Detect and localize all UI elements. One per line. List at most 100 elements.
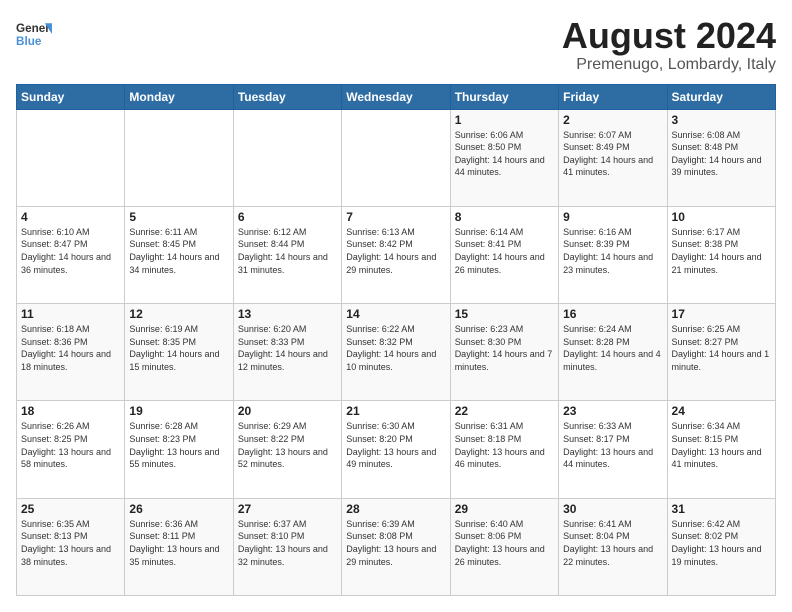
calendar-cell: 24 Sunrise: 6:34 AM Sunset: 8:15 PM Dayli… bbox=[667, 401, 775, 498]
header-friday: Friday bbox=[559, 84, 667, 109]
day-number: 21 bbox=[346, 404, 445, 418]
day-info: Sunrise: 6:12 AM Sunset: 8:44 PM Dayligh… bbox=[238, 226, 337, 276]
calendar-cell: 4 Sunrise: 6:10 AM Sunset: 8:47 PM Daylig… bbox=[17, 206, 125, 303]
week-row-0: 1 Sunrise: 6:06 AM Sunset: 8:50 PM Daylig… bbox=[17, 109, 776, 206]
day-info: Sunrise: 6:08 AM Sunset: 8:48 PM Dayligh… bbox=[672, 129, 771, 179]
day-info: Sunrise: 6:26 AM Sunset: 8:25 PM Dayligh… bbox=[21, 420, 120, 470]
day-number: 24 bbox=[672, 404, 771, 418]
day-info: Sunrise: 6:13 AM Sunset: 8:42 PM Dayligh… bbox=[346, 226, 445, 276]
calendar-cell: 23Sunrise: 6:33 AM Sunset: 8:17 PM Dayli… bbox=[559, 401, 667, 498]
week-row-1: 4 Sunrise: 6:10 AM Sunset: 8:47 PM Daylig… bbox=[17, 206, 776, 303]
calendar-cell: 15Sunrise: 6:23 AM Sunset: 8:30 PM Dayli… bbox=[450, 304, 558, 401]
header-monday: Monday bbox=[125, 84, 233, 109]
calendar-cell: 14 Sunrise: 6:22 AM Sunset: 8:32 PM Dayli… bbox=[342, 304, 450, 401]
calendar-cell: 5 Sunrise: 6:11 AM Sunset: 8:45 PM Daylig… bbox=[125, 206, 233, 303]
calendar-cell: 12 Sunrise: 6:19 AM Sunset: 8:35 PM Dayli… bbox=[125, 304, 233, 401]
day-number: 5 bbox=[129, 210, 228, 224]
calendar-cell: 16Sunrise: 6:24 AM Sunset: 8:28 PM Dayli… bbox=[559, 304, 667, 401]
main-title: August 2024 bbox=[562, 16, 776, 56]
day-number: 13 bbox=[238, 307, 337, 321]
day-number: 19 bbox=[129, 404, 228, 418]
day-info: Sunrise: 6:30 AM Sunset: 8:20 PM Dayligh… bbox=[346, 420, 445, 470]
day-info: Sunrise: 6:29 AM Sunset: 8:22 PM Dayligh… bbox=[238, 420, 337, 470]
day-number: 6 bbox=[238, 210, 337, 224]
day-number: 28 bbox=[346, 502, 445, 516]
day-info: Sunrise: 6:35 AM Sunset: 8:13 PM Dayligh… bbox=[21, 518, 120, 568]
day-number: 31 bbox=[672, 502, 771, 516]
calendar-cell: 3 Sunrise: 6:08 AM Sunset: 8:48 PM Daylig… bbox=[667, 109, 775, 206]
day-number: 17 bbox=[672, 307, 771, 321]
calendar-header: Sunday Monday Tuesday Wednesday Thursday… bbox=[17, 84, 776, 109]
day-info: Sunrise: 6:17 AM Sunset: 8:38 PM Dayligh… bbox=[672, 226, 771, 276]
day-info: Sunrise: 6:39 AM Sunset: 8:08 PM Dayligh… bbox=[346, 518, 445, 568]
day-number: 29 bbox=[455, 502, 554, 516]
calendar-cell: 10 Sunrise: 6:17 AM Sunset: 8:38 PM Dayli… bbox=[667, 206, 775, 303]
day-number: 26 bbox=[129, 502, 228, 516]
day-info: Sunrise: 6:16 AM Sunset: 8:39 PM Dayligh… bbox=[563, 226, 662, 276]
week-row-2: 11 Sunrise: 6:18 AM Sunset: 8:36 PM Dayli… bbox=[17, 304, 776, 401]
calendar-cell: 30Sunrise: 6:41 AM Sunset: 8:04 PM Dayli… bbox=[559, 498, 667, 595]
day-info: Sunrise: 6:24 AM Sunset: 8:28 PM Dayligh… bbox=[563, 323, 662, 373]
calendar-cell bbox=[233, 109, 341, 206]
day-info: Sunrise: 6:34 AM Sunset: 8:15 PM Dayligh… bbox=[672, 420, 771, 470]
day-number: 27 bbox=[238, 502, 337, 516]
calendar-cell: 22Sunrise: 6:31 AM Sunset: 8:18 PM Dayli… bbox=[450, 401, 558, 498]
calendar-cell bbox=[342, 109, 450, 206]
calendar-cell: 7 Sunrise: 6:13 AM Sunset: 8:42 PM Daylig… bbox=[342, 206, 450, 303]
day-info: Sunrise: 6:37 AM Sunset: 8:10 PM Dayligh… bbox=[238, 518, 337, 568]
calendar-cell: 1 Sunrise: 6:06 AM Sunset: 8:50 PM Daylig… bbox=[450, 109, 558, 206]
day-info: Sunrise: 6:22 AM Sunset: 8:32 PM Dayligh… bbox=[346, 323, 445, 373]
day-info: Sunrise: 6:10 AM Sunset: 8:47 PM Dayligh… bbox=[21, 226, 120, 276]
day-info: Sunrise: 6:40 AM Sunset: 8:06 PM Dayligh… bbox=[455, 518, 554, 568]
day-info: Sunrise: 6:07 AM Sunset: 8:49 PM Dayligh… bbox=[563, 129, 662, 179]
calendar-body: 1 Sunrise: 6:06 AM Sunset: 8:50 PM Daylig… bbox=[17, 109, 776, 595]
day-info: Sunrise: 6:42 AM Sunset: 8:02 PM Dayligh… bbox=[672, 518, 771, 568]
day-info: Sunrise: 6:31 AM Sunset: 8:18 PM Dayligh… bbox=[455, 420, 554, 470]
logo-icon: General Blue bbox=[16, 16, 52, 52]
calendar-cell: 25 Sunrise: 6:35 AM Sunset: 8:13 PM Dayli… bbox=[17, 498, 125, 595]
day-info: Sunrise: 6:28 AM Sunset: 8:23 PM Dayligh… bbox=[129, 420, 228, 470]
calendar-cell: 2 Sunrise: 6:07 AM Sunset: 8:49 PM Daylig… bbox=[559, 109, 667, 206]
calendar-cell: 11 Sunrise: 6:18 AM Sunset: 8:36 PM Dayli… bbox=[17, 304, 125, 401]
day-number: 1 bbox=[455, 113, 554, 127]
week-row-3: 18 Sunrise: 6:26 AM Sunset: 8:25 PM Dayli… bbox=[17, 401, 776, 498]
day-number: 10 bbox=[672, 210, 771, 224]
day-info: Sunrise: 6:41 AM Sunset: 8:04 PM Dayligh… bbox=[563, 518, 662, 568]
subtitle: Premenugo, Lombardy, Italy bbox=[562, 56, 776, 74]
day-number: 20 bbox=[238, 404, 337, 418]
day-number: 12 bbox=[129, 307, 228, 321]
day-info: Sunrise: 6:19 AM Sunset: 8:35 PM Dayligh… bbox=[129, 323, 228, 373]
calendar-cell: 6 Sunrise: 6:12 AM Sunset: 8:44 PM Daylig… bbox=[233, 206, 341, 303]
day-number: 18 bbox=[21, 404, 120, 418]
day-number: 4 bbox=[21, 210, 120, 224]
day-number: 7 bbox=[346, 210, 445, 224]
calendar-cell bbox=[17, 109, 125, 206]
day-info: Sunrise: 6:33 AM Sunset: 8:17 PM Dayligh… bbox=[563, 420, 662, 470]
day-info: Sunrise: 6:11 AM Sunset: 8:45 PM Dayligh… bbox=[129, 226, 228, 276]
day-number: 25 bbox=[21, 502, 120, 516]
calendar-cell: 9Sunrise: 6:16 AM Sunset: 8:39 PM Daylig… bbox=[559, 206, 667, 303]
calendar-cell: 13 Sunrise: 6:20 AM Sunset: 8:33 PM Dayli… bbox=[233, 304, 341, 401]
day-number: 14 bbox=[346, 307, 445, 321]
header-thursday: Thursday bbox=[450, 84, 558, 109]
header-saturday: Saturday bbox=[667, 84, 775, 109]
day-info: Sunrise: 6:06 AM Sunset: 8:50 PM Dayligh… bbox=[455, 129, 554, 179]
calendar-table: Sunday Monday Tuesday Wednesday Thursday… bbox=[16, 84, 776, 596]
logo: General Blue bbox=[16, 16, 52, 52]
day-info: Sunrise: 6:14 AM Sunset: 8:41 PM Dayligh… bbox=[455, 226, 554, 276]
day-info: Sunrise: 6:20 AM Sunset: 8:33 PM Dayligh… bbox=[238, 323, 337, 373]
day-number: 3 bbox=[672, 113, 771, 127]
day-info: Sunrise: 6:25 AM Sunset: 8:27 PM Dayligh… bbox=[672, 323, 771, 373]
day-number: 2 bbox=[563, 113, 662, 127]
week-row-4: 25 Sunrise: 6:35 AM Sunset: 8:13 PM Dayli… bbox=[17, 498, 776, 595]
calendar-cell: 31 Sunrise: 6:42 AM Sunset: 8:02 PM Dayli… bbox=[667, 498, 775, 595]
calendar-cell: 19 Sunrise: 6:28 AM Sunset: 8:23 PM Dayli… bbox=[125, 401, 233, 498]
calendar-cell: 27 Sunrise: 6:37 AM Sunset: 8:10 PM Dayli… bbox=[233, 498, 341, 595]
calendar-cell: 26 Sunrise: 6:36 AM Sunset: 8:11 PM Dayli… bbox=[125, 498, 233, 595]
day-number: 8 bbox=[455, 210, 554, 224]
calendar-cell: 20 Sunrise: 6:29 AM Sunset: 8:22 PM Dayli… bbox=[233, 401, 341, 498]
calendar-cell bbox=[125, 109, 233, 206]
day-info: Sunrise: 6:18 AM Sunset: 8:36 PM Dayligh… bbox=[21, 323, 120, 373]
day-info: Sunrise: 6:36 AM Sunset: 8:11 PM Dayligh… bbox=[129, 518, 228, 568]
day-number: 11 bbox=[21, 307, 120, 321]
